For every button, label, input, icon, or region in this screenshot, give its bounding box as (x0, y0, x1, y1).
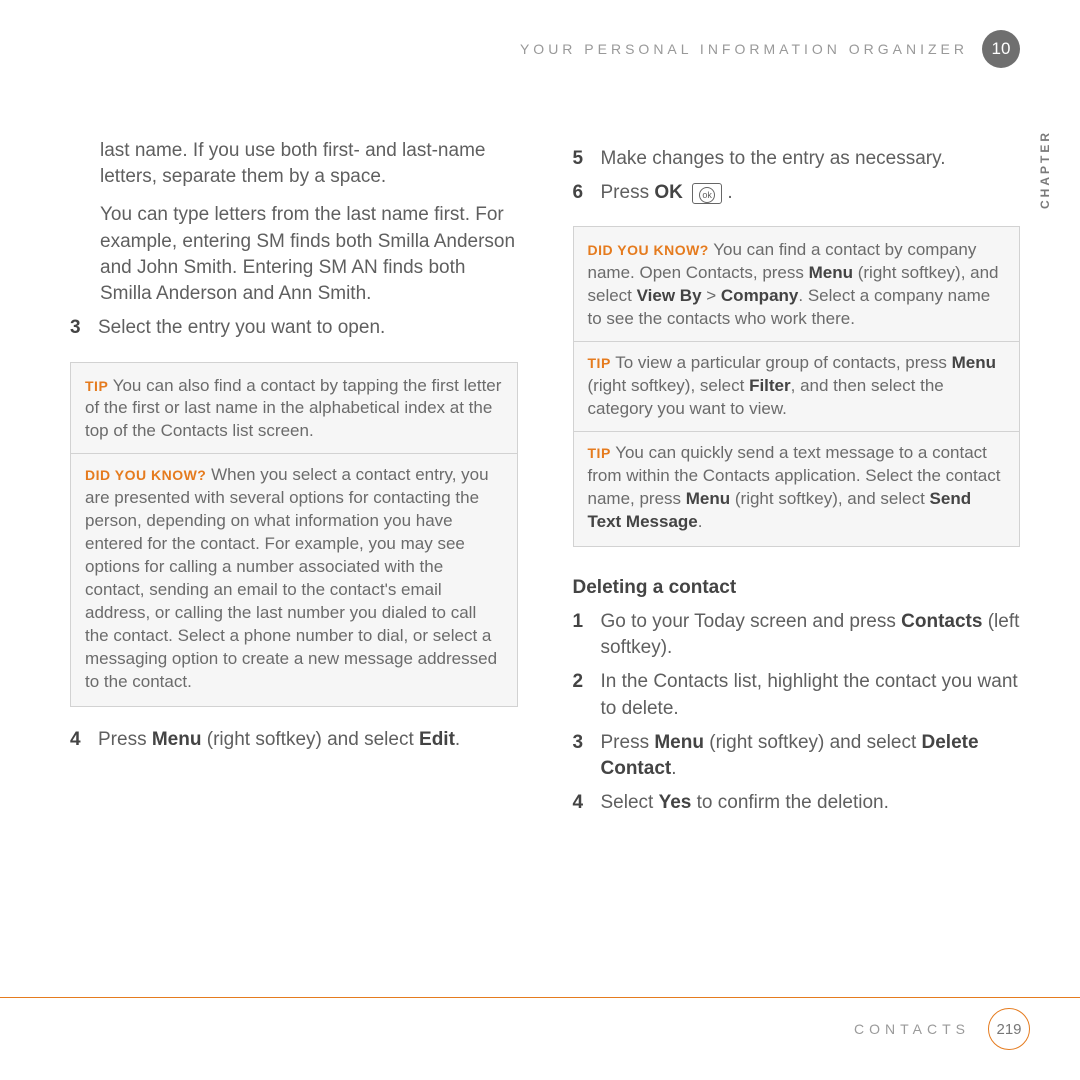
step-number: 2 (573, 669, 601, 721)
step-3: 3 Select the entry you want to open. (70, 315, 518, 341)
callout-divider (574, 431, 1020, 432)
text: to confirm the deletion. (691, 792, 889, 813)
page: YOUR PERSONAL INFORMATION ORGANIZER 10 C… (0, 0, 1080, 825)
para-continuation: last name. If you use both first- and la… (70, 138, 518, 190)
text: > (702, 286, 721, 305)
tip-block: TIP You can also find a contact by tappi… (85, 375, 503, 444)
delete-step-1: 1 Go to your Today screen and press Cont… (573, 609, 1021, 661)
bold-view-by: View By (637, 286, 702, 305)
tip-text: You can also find a contact by tapping t… (85, 376, 501, 441)
step-number: 4 (573, 790, 601, 816)
bold-menu: Menu (809, 263, 853, 282)
text: Press (98, 729, 152, 750)
chapter-badge: 10 (982, 30, 1020, 68)
dyk-label: DID YOU KNOW? (588, 242, 709, 258)
heading-deleting-contact: Deleting a contact (573, 575, 1021, 601)
bold-filter: Filter (749, 376, 791, 395)
callout-box-right: DID YOU KNOW? You can find a contact by … (573, 226, 1021, 546)
tip-label: TIP (588, 355, 611, 371)
text: Select (601, 792, 659, 813)
delete-step-2: 2 In the Contacts list, highlight the co… (573, 669, 1021, 721)
step-text: Press Menu (right softkey) and select Ed… (98, 727, 518, 753)
tip-label: TIP (85, 378, 108, 394)
right-column: 5 Make changes to the entry as necessary… (573, 138, 1021, 825)
step-text: Go to your Today screen and press Contac… (601, 609, 1021, 661)
text: . (671, 758, 676, 779)
step-number: 1 (573, 609, 601, 661)
did-you-know-block: DID YOU KNOW? You can find a contact by … (588, 239, 1006, 331)
step-5: 5 Make changes to the entry as necessary… (573, 146, 1021, 172)
callout-divider (71, 453, 517, 454)
para-example: You can type letters from the last name … (70, 202, 518, 307)
step-number: 4 (70, 727, 98, 753)
page-number-badge: 219 (988, 1008, 1030, 1050)
bold-ok: OK (654, 182, 683, 203)
delete-step-3: 3 Press Menu (right softkey) and select … (573, 730, 1021, 782)
delete-step-4: 4 Select Yes to confirm the deletion. (573, 790, 1021, 816)
text: Go to your Today screen and press (601, 611, 902, 632)
text: . (698, 512, 703, 531)
tip-block-1: TIP To view a particular group of contac… (588, 352, 1006, 421)
step-text: Press Menu (right softkey) and select De… (601, 730, 1021, 782)
step-text: Select Yes to confirm the deletion. (601, 790, 1021, 816)
footer-section-label: CONTACTS (854, 1021, 970, 1037)
bold-edit: Edit (419, 729, 455, 750)
did-you-know-block: DID YOU KNOW? When you select a contact … (85, 464, 503, 693)
dyk-label: DID YOU KNOW? (85, 467, 206, 483)
ok-button-icon: ok (692, 183, 722, 204)
step-number: 6 (573, 180, 601, 206)
columns: last name. If you use both first- and la… (70, 138, 1020, 825)
bold-yes: Yes (659, 792, 692, 813)
text: Press (601, 732, 655, 753)
running-head: YOUR PERSONAL INFORMATION ORGANIZER (520, 41, 968, 57)
bold-contacts: Contacts (901, 611, 982, 632)
text: (right softkey), and select (730, 489, 929, 508)
text: (right softkey) and select (201, 729, 419, 750)
step-text: Make changes to the entry as necessary. (601, 146, 1021, 172)
text: (right softkey), select (588, 376, 750, 395)
text: . (455, 729, 460, 750)
step-text: Select the entry you want to open. (98, 315, 518, 341)
text: To view a particular group of contacts, … (611, 353, 952, 372)
text: Press (601, 182, 655, 203)
footer: CONTACTS 219 (0, 997, 1080, 1050)
step-text: In the Contacts list, highlight the cont… (601, 669, 1021, 721)
bold-menu: Menu (654, 732, 704, 753)
tip-label: TIP (588, 445, 611, 461)
tip-block-2: TIP You can quickly send a text message … (588, 442, 1006, 534)
header-row: YOUR PERSONAL INFORMATION ORGANIZER 10 (70, 30, 1020, 68)
step-text: Press OK ok . (601, 180, 1021, 206)
text: (right softkey) and select (704, 732, 922, 753)
ok-circle-icon: ok (699, 187, 715, 203)
step-6: 6 Press OK ok . (573, 180, 1021, 206)
step-number: 5 (573, 146, 601, 172)
dyk-text: When you select a contact entry, you are… (85, 465, 497, 690)
bold-menu: Menu (686, 489, 730, 508)
bold-company: Company (721, 286, 798, 305)
step-4: 4 Press Menu (right softkey) and select … (70, 727, 518, 753)
text: . (722, 182, 733, 203)
step-number: 3 (70, 315, 98, 341)
bold-menu: Menu (952, 353, 996, 372)
chapter-side-label: CHAPTER (1038, 130, 1052, 209)
callout-box-left: TIP You can also find a contact by tappi… (70, 362, 518, 707)
callout-divider (574, 341, 1020, 342)
step-number: 3 (573, 730, 601, 782)
bold-menu: Menu (152, 729, 202, 750)
left-column: last name. If you use both first- and la… (70, 138, 518, 825)
